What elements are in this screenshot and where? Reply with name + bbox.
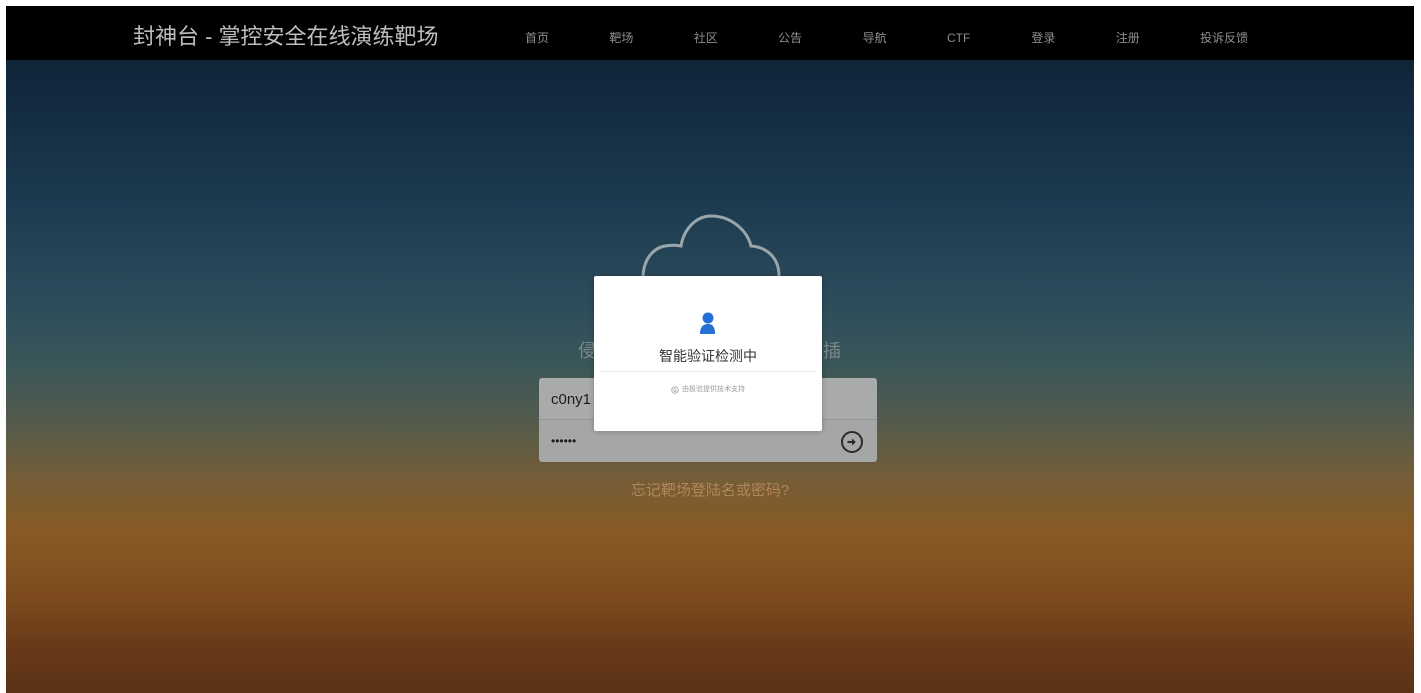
powered-by-text: 由极验提供技术支持 [682, 386, 745, 393]
person-icon [700, 312, 715, 334]
nav-item-register[interactable]: 注册 [1116, 30, 1200, 46]
nav-item-range[interactable]: 靶场 [609, 30, 693, 46]
login-heading-fragment-right: 插 [823, 341, 841, 361]
nav-item-navigation[interactable]: 导航 [863, 30, 947, 46]
verification-modal: 智能验证检测中 由极验提供技术支持 [594, 276, 822, 431]
modal-divider [600, 371, 816, 372]
verification-status-text: 智能验证检测中 [659, 348, 757, 364]
top-navbar: 封神台 - 掌控安全在线演练靶场 首页 靶场 社区 公告 导航 CTF 登录 注… [6, 6, 1414, 60]
site-title[interactable]: 封神台 - 掌控安全在线演练靶场 [133, 23, 439, 51]
page: 封神台 - 掌控安全在线演练靶场 首页 靶场 社区 公告 导航 CTF 登录 注… [6, 6, 1414, 693]
nav-item-feedback[interactable]: 投诉反馈 [1200, 30, 1284, 46]
submit-button[interactable] [841, 431, 863, 453]
nav-item-login[interactable]: 登录 [1031, 30, 1115, 46]
arrow-right-circle-icon [847, 438, 856, 446]
nav-item-ctf[interactable]: CTF [947, 30, 1031, 46]
geetest-logo-icon [671, 386, 679, 394]
nav-menu: 首页 靶场 社区 公告 导航 CTF 登录 注册 投诉反馈 [525, 30, 1285, 46]
powered-by-link[interactable]: 由极验提供技术支持 [594, 385, 822, 395]
nav-item-home[interactable]: 首页 [525, 30, 609, 46]
forgot-credentials-link[interactable]: 忘记靶场登陆名或密码? [6, 482, 1414, 500]
nav-item-announcements[interactable]: 公告 [778, 30, 862, 46]
nav-item-community[interactable]: 社区 [694, 30, 778, 46]
